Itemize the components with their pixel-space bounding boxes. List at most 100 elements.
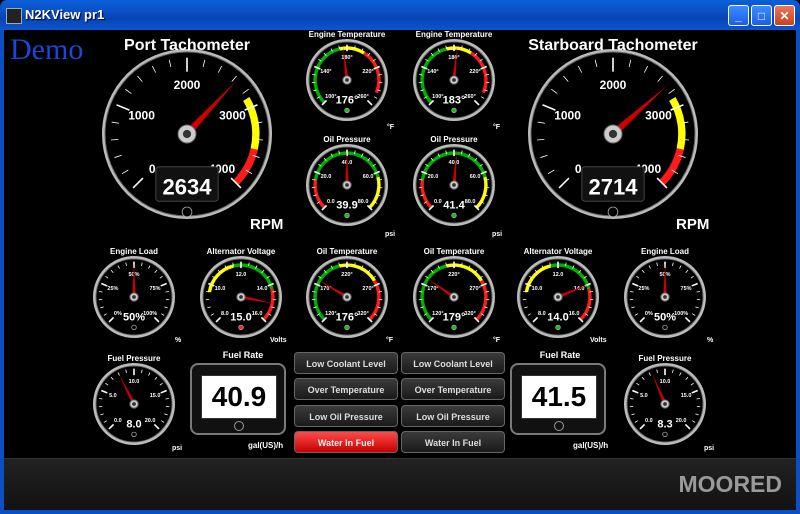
gauge-tick-label: 1000 (554, 108, 581, 122)
gauge-tick-label: 0.0 (327, 199, 335, 205)
gauge-tick-label: 220° (362, 69, 373, 75)
alarm-water-fuel-stbd[interactable]: Water In Fuel (401, 431, 505, 453)
gauge-readout: 183° (443, 95, 466, 107)
gauge-tick-label: 0.0 (645, 418, 653, 424)
close-button[interactable]: ✕ (774, 5, 795, 26)
gauge-hub-center (556, 295, 560, 299)
gauge-tick (378, 291, 382, 293)
gauge-fuel-p-1: 0.0 5.0 10.0 15.0 20.0 8.0 Fuel Pressure psi (93, 354, 182, 452)
gauge-readout: 8.0 (126, 419, 141, 431)
gauge-indicator-light (181, 206, 193, 218)
gauge-tick-label: 3000 (219, 108, 246, 122)
gauge-readout: 8.3 (657, 419, 672, 431)
gauge-readout: 41.4 (443, 200, 465, 212)
gauge-readout: 176° (336, 95, 359, 107)
gauge-tick (165, 291, 169, 293)
brand-label: Demo (10, 33, 84, 66)
gauge-tick-label: 140° (427, 69, 438, 75)
gauge-eng-load-2: 0%25%50%75%100%50%Engine Load% (624, 247, 714, 344)
gauge-tick-label: 180° (341, 55, 352, 61)
alarm-low-oil-port[interactable]: Low Oil Pressure (294, 405, 398, 427)
gauge-tick-label: 75% (150, 286, 161, 292)
gauge-tick (99, 291, 103, 293)
gauge-indicator-light (607, 206, 619, 218)
gauge-title: Alternator Voltage (524, 247, 593, 256)
gauge-tick-label: 8.0 (538, 311, 546, 317)
fuel-rate-unit-stbd: gal(US)/h (573, 441, 609, 450)
gauge-oil-p-1: 0.020.040.060.080.039.9Oil Pressurepsi (306, 135, 395, 238)
gauge-indicator-light (555, 324, 561, 331)
alarm-over-temp-stbd[interactable]: Over Temperature (401, 378, 505, 400)
gauge-tick-label: 0.0 (434, 199, 442, 205)
gauge-indicator-light (451, 212, 457, 219)
gauge-tick-label: 16.0 (252, 311, 263, 317)
gauge-tick (272, 291, 276, 293)
gauge-tick (696, 291, 700, 293)
alarm-low-coolant-stbd[interactable]: Low Coolant Level (401, 352, 505, 374)
fuel-rate-knob-stbd (554, 421, 564, 431)
gauge-unit: psi (385, 231, 395, 238)
gauge-hub-center (239, 295, 243, 299)
gauge-tick-label: 0% (114, 311, 122, 317)
fuel-rate-title-stbd: Fuel Rate (539, 350, 581, 360)
gauge-unit: % (707, 337, 714, 344)
gauge-tick (419, 291, 423, 293)
gauge-tick-label: 140° (320, 69, 331, 75)
alarm-low-coolant-port[interactable]: Low Coolant Level (294, 352, 398, 374)
gauge-hub-center (345, 183, 349, 187)
gauge-tick-label: 0 (149, 162, 156, 176)
gauge-tick-label: 220° (469, 69, 480, 75)
gauge-title: Engine Temperature (309, 30, 386, 39)
gauge-hub-center (182, 129, 192, 139)
fuel-rate-value-port: 40.9 (201, 375, 277, 419)
alarm-water-fuel-port[interactable]: Water In Fuel (294, 431, 398, 453)
gauge-tick-label: 25% (638, 286, 649, 292)
gauge-tick-label: 0% (645, 311, 653, 317)
alarm-over-temp-port[interactable]: Over Temperature (294, 378, 398, 400)
gauge-unit: RPM (676, 216, 709, 233)
gauge-indicator-light (344, 212, 350, 219)
alarm-low-oil-stbd[interactable]: Low Oil Pressure (401, 405, 505, 427)
fuel-rate-display-stbd: 41.5 (510, 363, 606, 435)
gauge-tick-label: 3000 (645, 108, 672, 122)
gauge-tick-label: 20.0 (428, 174, 439, 180)
minimize-button[interactable]: _ (728, 5, 749, 26)
gauge-unit: Volts (590, 337, 607, 344)
gauge-unit: °F (387, 123, 395, 131)
gauge-tick-label: 80.0 (358, 199, 369, 205)
status-bar: MOORED (4, 458, 796, 511)
gauge-starboard: 010002000300040002714Starboard Tachomete… (528, 37, 709, 233)
gauge-title: Engine Load (110, 247, 158, 256)
gauge-tick (589, 291, 593, 293)
fuel-rate-knob-port (234, 421, 244, 431)
app-icon (6, 8, 22, 24)
title-bar[interactable]: N2KView pr1 _ □ ✕ (0, 0, 800, 30)
fuel-rate-value-stbd: 41.5 (521, 375, 597, 419)
gauge-tick-label: 2000 (174, 78, 201, 92)
gauge-indicator-light (131, 431, 137, 438)
gauge-tick-label: 270° (469, 286, 480, 292)
gauge-tick-label: 2000 (600, 78, 627, 92)
gauge-readout: 2714 (589, 175, 639, 200)
gauge-tick-label: 10.0 (532, 286, 543, 292)
gauge-hub-center (345, 78, 349, 82)
gauge-readout: 15.0 (230, 312, 251, 324)
gauge-title: Engine Temperature (416, 30, 493, 39)
gauge-unit: % (175, 337, 182, 344)
gauge-tick-label: 60.0 (470, 174, 481, 180)
gauge-tick-label: 14.0 (257, 286, 268, 292)
gauge-eng-temp-1: 100°140°180°220°260°176°Engine Temperatu… (306, 30, 395, 131)
gauge-tick-label: 20.0 (321, 174, 332, 180)
gauge-tick-label: 20.0 (145, 418, 156, 424)
gauge-tick-label: 0.0 (114, 418, 122, 424)
gauge-hub-center (345, 295, 349, 299)
gauge-readout: 2634 (163, 175, 213, 200)
gauge-tick-label: 220° (341, 272, 352, 278)
gauge-readout: 179° (443, 312, 466, 324)
gauge-tick (485, 291, 489, 293)
gauge-readout: 50% (123, 312, 145, 324)
gauge-tick-label: 170° (427, 286, 438, 292)
vessel-status: MOORED (678, 471, 783, 497)
maximize-button[interactable]: □ (751, 5, 772, 26)
gauge-indicator-light (451, 107, 457, 114)
